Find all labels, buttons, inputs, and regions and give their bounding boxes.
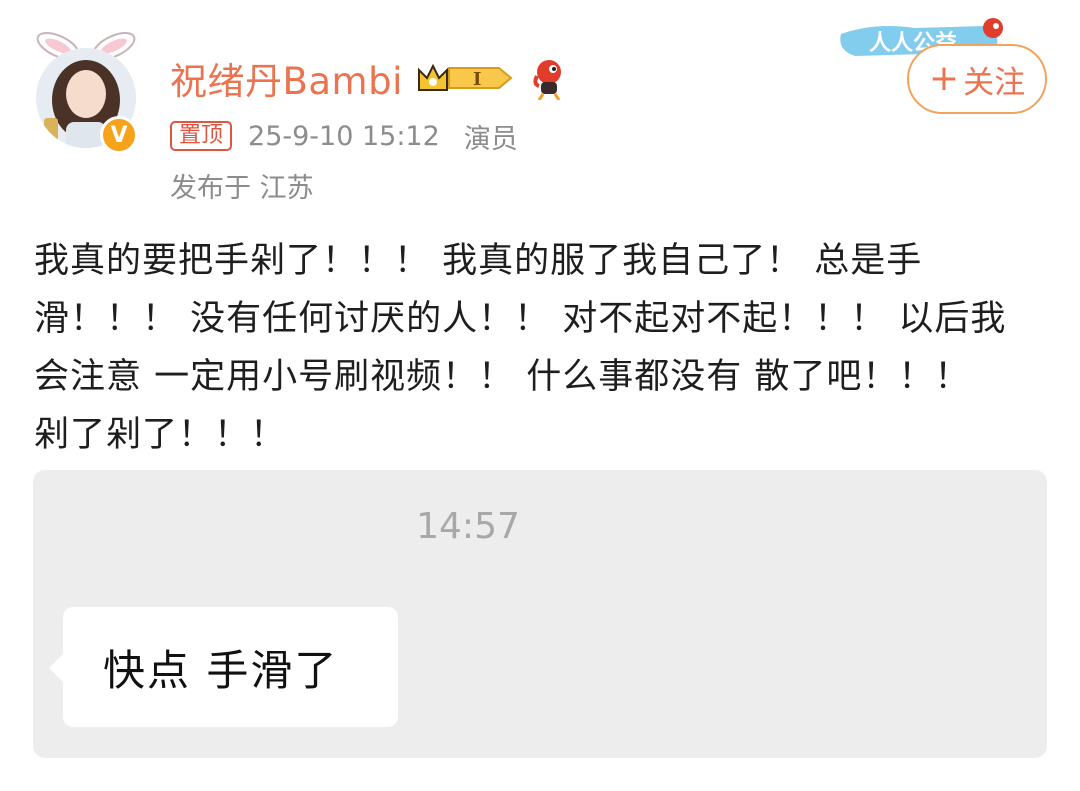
- attached-chat-screenshot[interactable]: 14:57 快点 手滑了: [33, 470, 1047, 758]
- author-name-row: 祝绪丹Bambi I: [170, 52, 569, 104]
- author-avatar-area[interactable]: V: [22, 30, 150, 158]
- chat-message-text: 快点 手滑了: [103, 645, 339, 695]
- mascot-icon: [533, 60, 561, 100]
- follow-button[interactable]: + 关注: [907, 44, 1047, 114]
- level-badge-text: I: [473, 69, 481, 90]
- post-content-line: 滑！！！ 没有任何讨厌的人！！ 对不起对不起！！！ 以后我: [34, 299, 1007, 339]
- chat-message-bubble: 快点 手滑了: [63, 607, 398, 727]
- post-location: 发布于 江苏: [170, 173, 314, 204]
- author-name[interactable]: 祝绪丹Bambi: [170, 51, 403, 105]
- chat-timestamp: 14:57: [416, 506, 520, 547]
- post-content-line: 会注意 一定用小号刷视频！！ 什么事都没有 散了吧！！！: [34, 357, 971, 397]
- post-content-line: 我真的要把手剁了！！！ 我真的服了我自己了！ 总是手: [34, 241, 923, 281]
- post-meta: 置顶 25-9-10 15:12 演员: [170, 118, 518, 155]
- pinned-badge: 置顶: [170, 121, 233, 151]
- author-profession: 演员: [463, 123, 518, 155]
- crown-badge-icon[interactable]: I: [415, 58, 515, 98]
- post-content-line: 剁了剁了！！！: [34, 415, 287, 455]
- post-content: 我真的要把手剁了！！！ 我真的服了我自己了！ 总是手 滑！！！ 没有任何讨厌的人…: [34, 232, 1054, 464]
- post-timestamp: 25-9-10 15:12: [248, 120, 440, 152]
- verified-badge-icon: V: [100, 116, 138, 154]
- plus-icon: +: [928, 58, 960, 99]
- follow-button-label: 关注: [963, 64, 1026, 101]
